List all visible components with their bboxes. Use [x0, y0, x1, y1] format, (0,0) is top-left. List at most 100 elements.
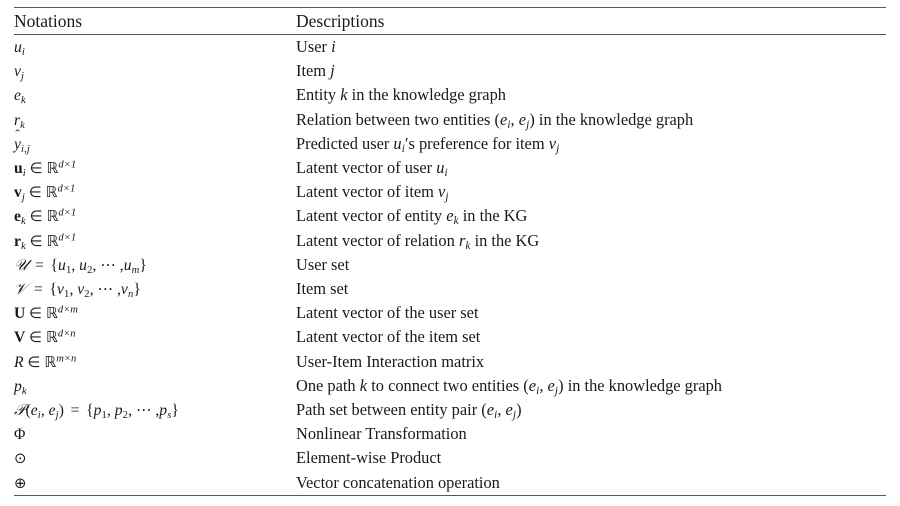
sub-j: j — [556, 142, 560, 155]
text-in-kg: in the KG — [462, 206, 528, 226]
sym-reals: ℝ — [44, 352, 57, 371]
description-cell: Latent vector of the item set — [296, 325, 886, 349]
exp-dn: d×n — [57, 328, 76, 340]
table-row: U ∈ ℝd×m Latent vector of the user set — [14, 301, 886, 325]
sym-reals: ℝ — [45, 328, 58, 347]
notation-cell: U ∈ ℝd×m — [14, 301, 296, 325]
text-latent-item-set: Latent vector of the item set — [296, 327, 481, 347]
table-row: vj ∈ ℝd×1 Latent vector of item vj — [14, 180, 886, 204]
table-row: ⊙ Element-wise Product — [14, 446, 886, 470]
notation-cell: ui — [14, 35, 296, 59]
sym-u: u — [58, 256, 66, 274]
text-concatenation: Vector concatenation operation — [296, 472, 500, 492]
sub-k: k — [20, 119, 25, 131]
sub-k: k — [21, 95, 26, 107]
text-path-set: Path set between entity pair — [296, 400, 478, 420]
cdots: ⋯ — [97, 280, 114, 299]
table-row: pk One path k to connect two entities (e… — [14, 374, 886, 398]
table-row: R ∈ ℝm×n User-Item Interaction matrix — [14, 350, 886, 374]
table-row: ui User i — [14, 35, 886, 59]
text-latent-relation: Latent vector of relation — [296, 230, 455, 250]
notation-table: Notations Descriptions — [14, 8, 886, 34]
notation-cell: ek ∈ ℝd×1 — [14, 204, 296, 228]
sym-e: e — [486, 400, 495, 420]
description-cell: Latent vector of item vj — [296, 180, 886, 204]
table-header: Notations Descriptions — [14, 8, 886, 34]
notation-cell: R ∈ ℝm×n — [14, 350, 296, 374]
sub-j: j — [21, 71, 25, 83]
description-cell: One path k to connect two entities (ei, … — [296, 374, 886, 398]
text-one-path: One path — [296, 375, 356, 395]
paren-close: ) — [516, 400, 522, 420]
sym-e: e — [518, 109, 527, 129]
sym-e: e — [528, 375, 537, 395]
sym-element-of: ∈ — [29, 232, 43, 250]
text-item: Item — [296, 61, 327, 81]
sym-v: v — [548, 133, 557, 153]
exp-mn: m×n — [56, 353, 77, 365]
exp-d1: d×1 — [58, 159, 77, 171]
notation-table-body: ui User i vj Item j ek Entity k in the k… — [14, 35, 886, 495]
brace-close: } — [133, 281, 141, 299]
sym-e: e — [505, 400, 513, 420]
notation-cell: ⊕ — [14, 471, 296, 495]
comma: , — [510, 109, 515, 129]
column-header-notations: Notations — [14, 11, 83, 31]
brace-close: } — [139, 256, 147, 274]
notation-cell: Φ — [14, 422, 296, 446]
sym-v: v — [57, 281, 65, 299]
comma: , — [92, 256, 97, 274]
text-latent-user-set: Latent vector of the user set — [296, 303, 479, 323]
description-cell: Relation between two entities (ei, ej) i… — [296, 108, 886, 132]
comma: , — [71, 256, 76, 274]
brace-close: } — [171, 402, 179, 420]
notation-cell: 𝒱 = {v1, v2, ⋯ ,vn} — [14, 277, 296, 301]
exp-dm: d×m — [57, 304, 78, 316]
description-cell: Element-wise Product — [296, 446, 886, 470]
comma: , — [69, 281, 74, 299]
y-hat: ˆy — [14, 127, 21, 156]
sym-k: k — [359, 375, 368, 395]
table-row: 𝒱 = {v1, v2, ⋯ ,vn} Item set — [14, 277, 886, 301]
hat-accent: ˆ — [15, 127, 21, 144]
sub-j: j — [21, 192, 25, 204]
notation-cell: ek — [14, 83, 296, 107]
table-row: ui ∈ ℝd×1 Latent vector of user ui — [14, 156, 886, 180]
sym-e-bold: e — [14, 208, 22, 226]
odot-icon: ⊙ — [14, 450, 27, 468]
text-latent-item: Latent vector of item — [296, 182, 434, 202]
sym-e: e — [547, 375, 555, 395]
sub-k: k — [465, 239, 471, 252]
description-cell: Latent vector of user ui — [296, 156, 886, 180]
description-cell: Item j — [296, 59, 886, 83]
sym-U-bold: U — [14, 305, 26, 323]
notation-cell: 𝒫(ei, ej) = {p1, p2, ⋯ ,ps} — [14, 398, 296, 422]
table-row: 𝒫(ei, ej) = {p1, p2, ⋯ ,ps} Path set bet… — [14, 398, 886, 422]
equals: = — [34, 281, 43, 299]
sym-k: k — [340, 85, 348, 105]
sym-cal-P: 𝒫 — [14, 401, 26, 420]
sym-element-of: ∈ — [29, 329, 43, 347]
description-cell: Entity k in the knowledge graph — [296, 83, 886, 107]
description-cell: Latent vector of entity ek in the KG — [296, 204, 886, 228]
description-cell: Vector concatenation operation — [296, 471, 886, 495]
sym-v: v — [120, 281, 128, 299]
description-cell: User set — [296, 253, 886, 277]
table-row: V ∈ ℝd×n Latent vector of the item set — [14, 325, 886, 349]
table-row: rk Relation between two entities (ei, ej… — [14, 108, 886, 132]
table-row: ek Entity k in the knowledge graph — [14, 83, 886, 107]
text-entity: Entity — [296, 85, 337, 105]
text-elementwise: Element-wise Product — [296, 448, 442, 468]
table-row: vj Item j — [14, 59, 886, 83]
sym-j: j — [330, 61, 335, 81]
sym-p: p — [114, 402, 123, 420]
sym-u: u — [123, 256, 132, 274]
sym-reals: ℝ — [45, 304, 58, 323]
exp-d1: d×1 — [57, 183, 76, 195]
oplus-icon: ⊕ — [14, 474, 27, 492]
sub-i: i — [444, 167, 448, 180]
text-latent-entity: Latent vector of entity — [296, 206, 443, 226]
text-relation-between: Relation between two entities — [296, 109, 491, 129]
text-user-set: User set — [296, 254, 350, 274]
cdots: ⋯ — [100, 255, 116, 274]
